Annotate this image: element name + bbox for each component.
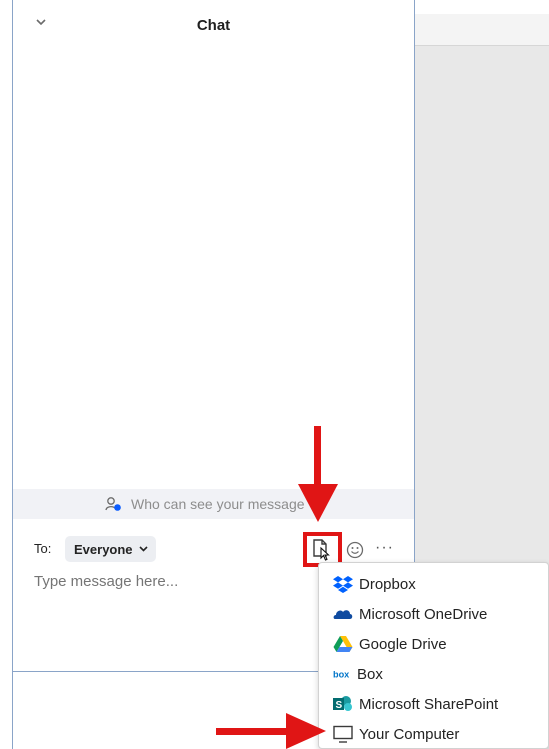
menu-item-your-computer[interactable]: Your Computer	[319, 719, 548, 749]
visibility-notice-text: Who can see your message	[131, 496, 305, 512]
chat-title: Chat	[196, 17, 231, 34]
dropbox-icon	[333, 576, 353, 593]
meeting-toolbar-strip	[415, 14, 549, 46]
menu-item-label: Your Computer	[359, 726, 460, 743]
user-visibility-icon	[105, 497, 121, 511]
menu-item-label: Microsoft SharePoint	[359, 696, 499, 713]
menu-item-onedrive[interactable]: Microsoft OneDrive	[319, 599, 548, 629]
menu-item-label: Google Drive	[359, 636, 447, 653]
onedrive-icon	[333, 610, 353, 619]
menu-item-label: Box	[357, 666, 383, 683]
recipient-value: Everyone	[74, 542, 133, 557]
page: Chat Who can see your message To: Everyo…	[0, 0, 549, 749]
menu-item-label: Microsoft OneDrive	[359, 606, 488, 623]
window-edge	[12, 672, 13, 749]
file-icon	[313, 539, 330, 561]
chat-header: Chat	[13, 0, 414, 48]
emoji-icon[interactable]	[346, 541, 364, 559]
box-icon: box	[333, 669, 350, 679]
message-input[interactable]	[34, 573, 364, 590]
svg-text:S: S	[336, 700, 343, 711]
visibility-notice[interactable]: Who can see your message	[13, 489, 414, 519]
chevron-down-icon	[139, 546, 148, 552]
menu-item-google-drive[interactable]: Google Drive	[319, 629, 548, 659]
google-drive-icon	[333, 636, 353, 652]
sharepoint-icon: S	[333, 696, 352, 711]
menu-item-dropbox[interactable]: Dropbox	[319, 569, 548, 599]
svg-text:box: box	[333, 669, 350, 679]
to-label: To:	[34, 541, 52, 556]
computer-icon	[333, 725, 353, 743]
menu-item-box[interactable]: box Box	[319, 659, 548, 689]
menu-item-sharepoint[interactable]: S Microsoft SharePoint	[319, 689, 548, 719]
annotation-arrow-down	[298, 426, 338, 522]
more-options-icon[interactable]: ···	[375, 539, 394, 557]
annotation-arrow-right	[216, 713, 326, 749]
recipient-dropdown[interactable]: Everyone	[65, 536, 156, 562]
file-share-menu: Dropbox Microsoft OneDrive Google Drive …	[318, 562, 549, 749]
menu-item-label: Dropbox	[359, 576, 416, 593]
